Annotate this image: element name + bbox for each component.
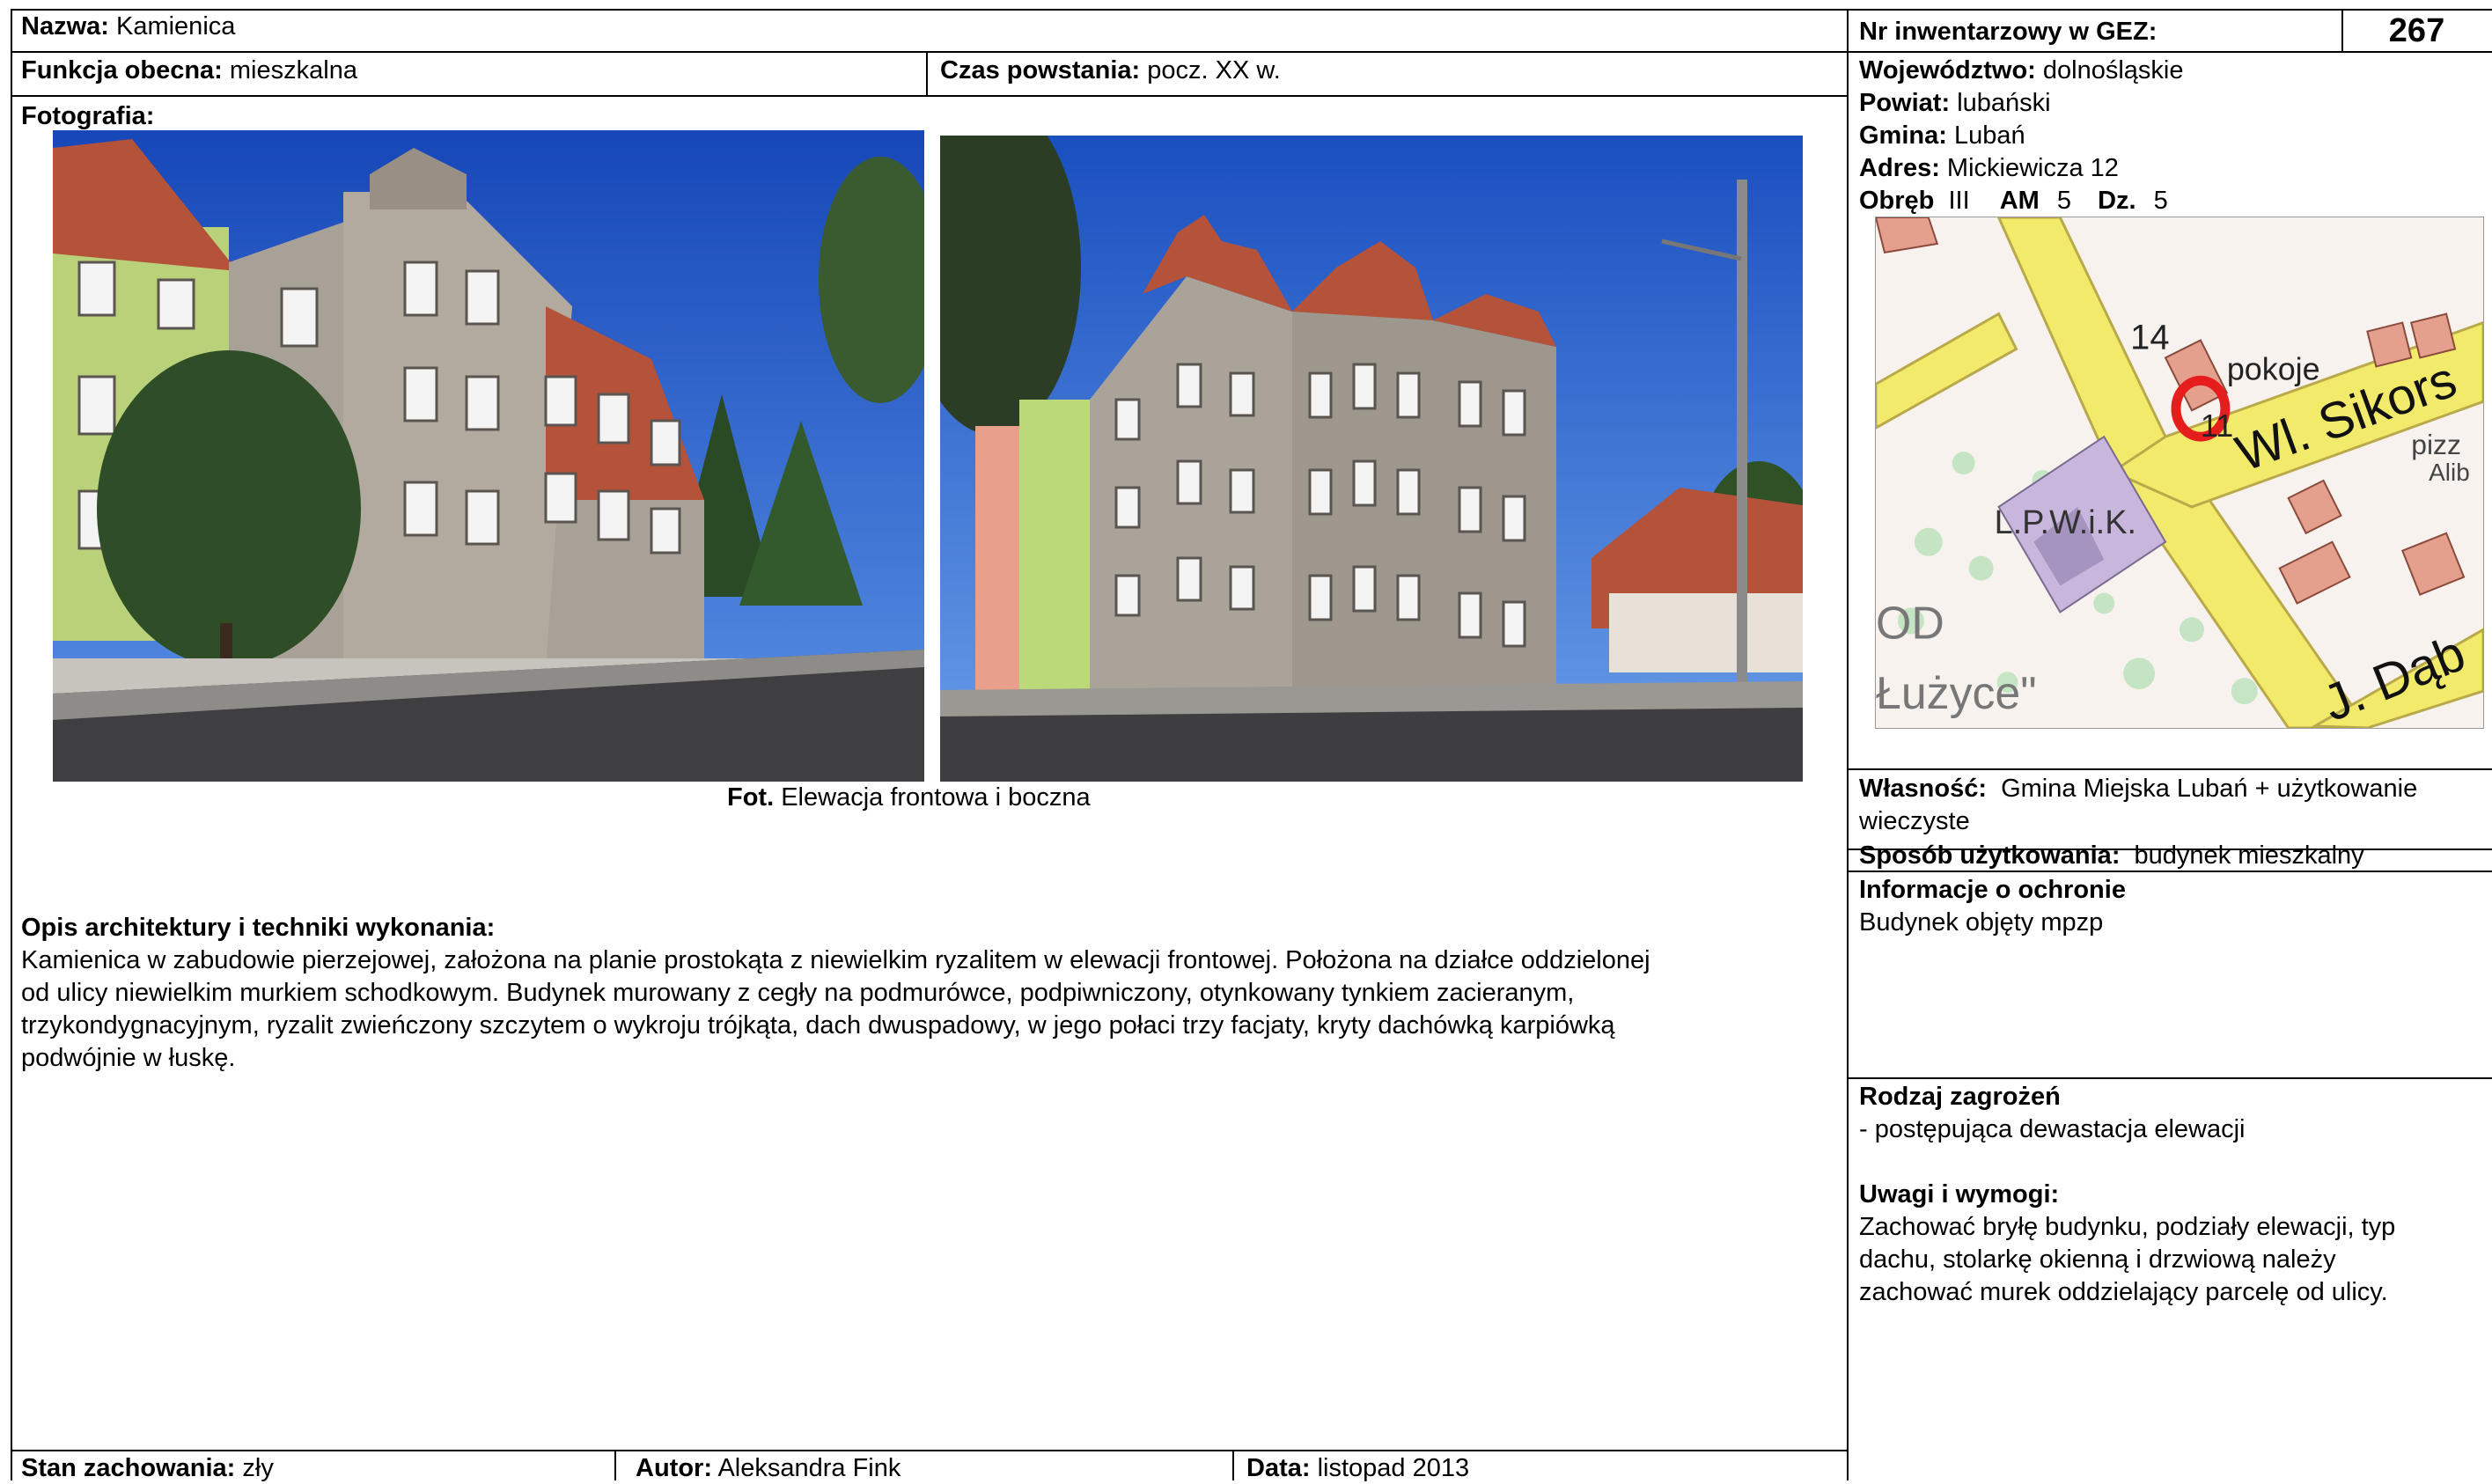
border-top (11, 9, 2492, 11)
date-value: listopad 2013 (1317, 1454, 1470, 1482)
name-label: Nazwa: (21, 12, 109, 40)
usage-field: Sposób użytkowania: budynek mieszkalny (1859, 840, 2364, 871)
voivodeship-field: Województwo: dolnośląskie (1859, 55, 2184, 86)
description-line-4: podwójnie w łuskę. (21, 1044, 236, 1072)
row-line-footer (11, 1450, 1847, 1451)
period-field: Czas powstania: pocz. XX w. (940, 55, 1281, 86)
photo-side-image (940, 136, 1803, 782)
row-line-protection (1847, 1077, 2492, 1079)
commune-value: Lubań (1953, 121, 2025, 150)
dz-value: 5 (2153, 187, 2168, 215)
county-value: lubański (1957, 89, 2051, 117)
caption-text: Elewacja frontowa i boczna (781, 783, 1091, 812)
border-left (11, 9, 12, 1480)
inventory-label: Nr inwentarzowy w GEZ: (1859, 18, 2158, 46)
protection-heading: Informacje o ochronie (1859, 876, 2126, 904)
plot-field: Obręb III AM 5 Dz. 5 (1859, 185, 2168, 217)
voivodeship-value: dolnośląskie (2042, 56, 2184, 84)
map-label-luzyce: Łużyce" (1876, 667, 2037, 718)
function-period-divider (926, 51, 928, 95)
threats-text: - postępująca dewastacja elewacji (1859, 1115, 2246, 1143)
ownership-value: Gmina Miejska Lubań + użytkowanie (2001, 775, 2418, 803)
author-value: Aleksandra Fink (717, 1454, 901, 1482)
column-divider (1847, 9, 1849, 1480)
condition-field: Stan zachowania: zły (21, 1452, 274, 1484)
usage-label: Sposób użytkowania: (1859, 841, 2121, 870)
photo-side-elevation (940, 136, 1803, 782)
row-line-map-bottom (1847, 768, 2492, 770)
footer-divider-1 (614, 1450, 616, 1480)
am-label: AM (1999, 187, 2040, 215)
remarks-line-1: Zachować bryłę budynku, podziały elewacj… (1859, 1213, 2396, 1241)
inventory-number: 267 (2388, 12, 2445, 49)
inventory-card: Nazwa: Kamienica Funkcja obecna: mieszka… (0, 0, 2492, 1482)
threats-heading: Rodzaj zagrożeń (1859, 1083, 2061, 1111)
name-value: Kamienica (115, 12, 236, 40)
commune-label: Gmina: (1859, 121, 1947, 150)
author-field: Autor: Aleksandra Fink (636, 1452, 901, 1484)
function-field: Funkcja obecna: mieszkalna (21, 55, 357, 86)
location-map: 14 pokoje 11 Wl. Sikors L.P.W.i.K. pizz … (1875, 217, 2484, 729)
ownership-line-2: wieczyste (1859, 807, 1970, 835)
ownership-label: Własność: (1859, 775, 1988, 803)
county-label: Powiat: (1859, 89, 1951, 117)
dz-label: Dz. (2098, 187, 2136, 215)
caption-bold: Fot. (727, 783, 775, 812)
address-value: Mickiewicza 12 (1946, 154, 2119, 182)
map-label-pokoje: pokoje (2227, 351, 2320, 386)
author-label: Autor: (636, 1454, 712, 1482)
map-label-od: OD (1876, 597, 1944, 648)
function-label: Funkcja obecna: (21, 56, 223, 84)
photo-caption: Fot. Elewacja frontowa i boczna (727, 782, 1091, 813)
description-heading: Opis architektury i techniki wykonania: (21, 914, 496, 942)
description-line-1: Kamienica w zabudowie pierzejowej, założ… (21, 946, 1650, 974)
photo-front-elevation (53, 130, 924, 782)
obreb-value: III (1948, 187, 1970, 215)
map-label-lpwik: L.P.W.i.K. (1995, 504, 2136, 541)
condition-label: Stan zachowania: (21, 1454, 236, 1482)
am-value: 5 (2056, 187, 2072, 215)
name-field: Nazwa: Kamienica (21, 11, 235, 42)
remarks-line-3: zachować murek oddzielający parcelę od u… (1859, 1278, 2388, 1306)
description-line-2: od ulicy niewielkim murkiem schodkowym. … (21, 979, 1575, 1007)
photo-label: Fotografia: (21, 102, 155, 130)
map-label-11: 11 (2201, 408, 2233, 444)
period-value: pocz. XX w. (1147, 56, 1281, 84)
remarks-heading: Uwagi i wymogi: (1859, 1180, 2060, 1209)
photo-front-image (53, 130, 924, 782)
date-label: Data: (1246, 1454, 1311, 1482)
map-label-14: 14 (2130, 318, 2169, 356)
address-label: Adres: (1859, 154, 1940, 182)
address-field: Adres: Mickiewicza 12 (1859, 152, 2119, 184)
obreb-label: Obręb (1859, 187, 1935, 215)
row-line-function (11, 95, 1847, 97)
condition-value: zły (242, 1454, 274, 1482)
county-field: Powiat: lubański (1859, 87, 2051, 119)
function-value: mieszkalna (229, 56, 357, 84)
date-field: Data: listopad 2013 (1246, 1452, 1469, 1484)
map-label-alib: Alib (2429, 459, 2470, 486)
period-label: Czas powstania: (940, 56, 1141, 84)
map-label-pizz: pizz (2411, 429, 2461, 460)
protection-text: Budynek objęty mpzp (1859, 908, 2104, 937)
remarks-line-2: dachu, stolarkę okienną i drzwiową należ… (1859, 1245, 2336, 1274)
voivodeship-label: Województwo: (1859, 56, 2036, 84)
usage-value: budynek mieszkalny (2134, 841, 2364, 870)
footer-divider-2 (1232, 1450, 1234, 1480)
ownership-field: Własność: Gmina Miejska Lubań + użytkowa… (1859, 773, 2417, 804)
map-image: 14 pokoje 11 Wl. Sikors L.P.W.i.K. pizz … (1876, 217, 2483, 728)
row-line-name (11, 51, 1847, 53)
description-line-3: trzykondygnacyjnym, ryzalit zwieńczony s… (21, 1011, 1615, 1040)
commune-field: Gmina: Lubań (1859, 120, 2025, 151)
